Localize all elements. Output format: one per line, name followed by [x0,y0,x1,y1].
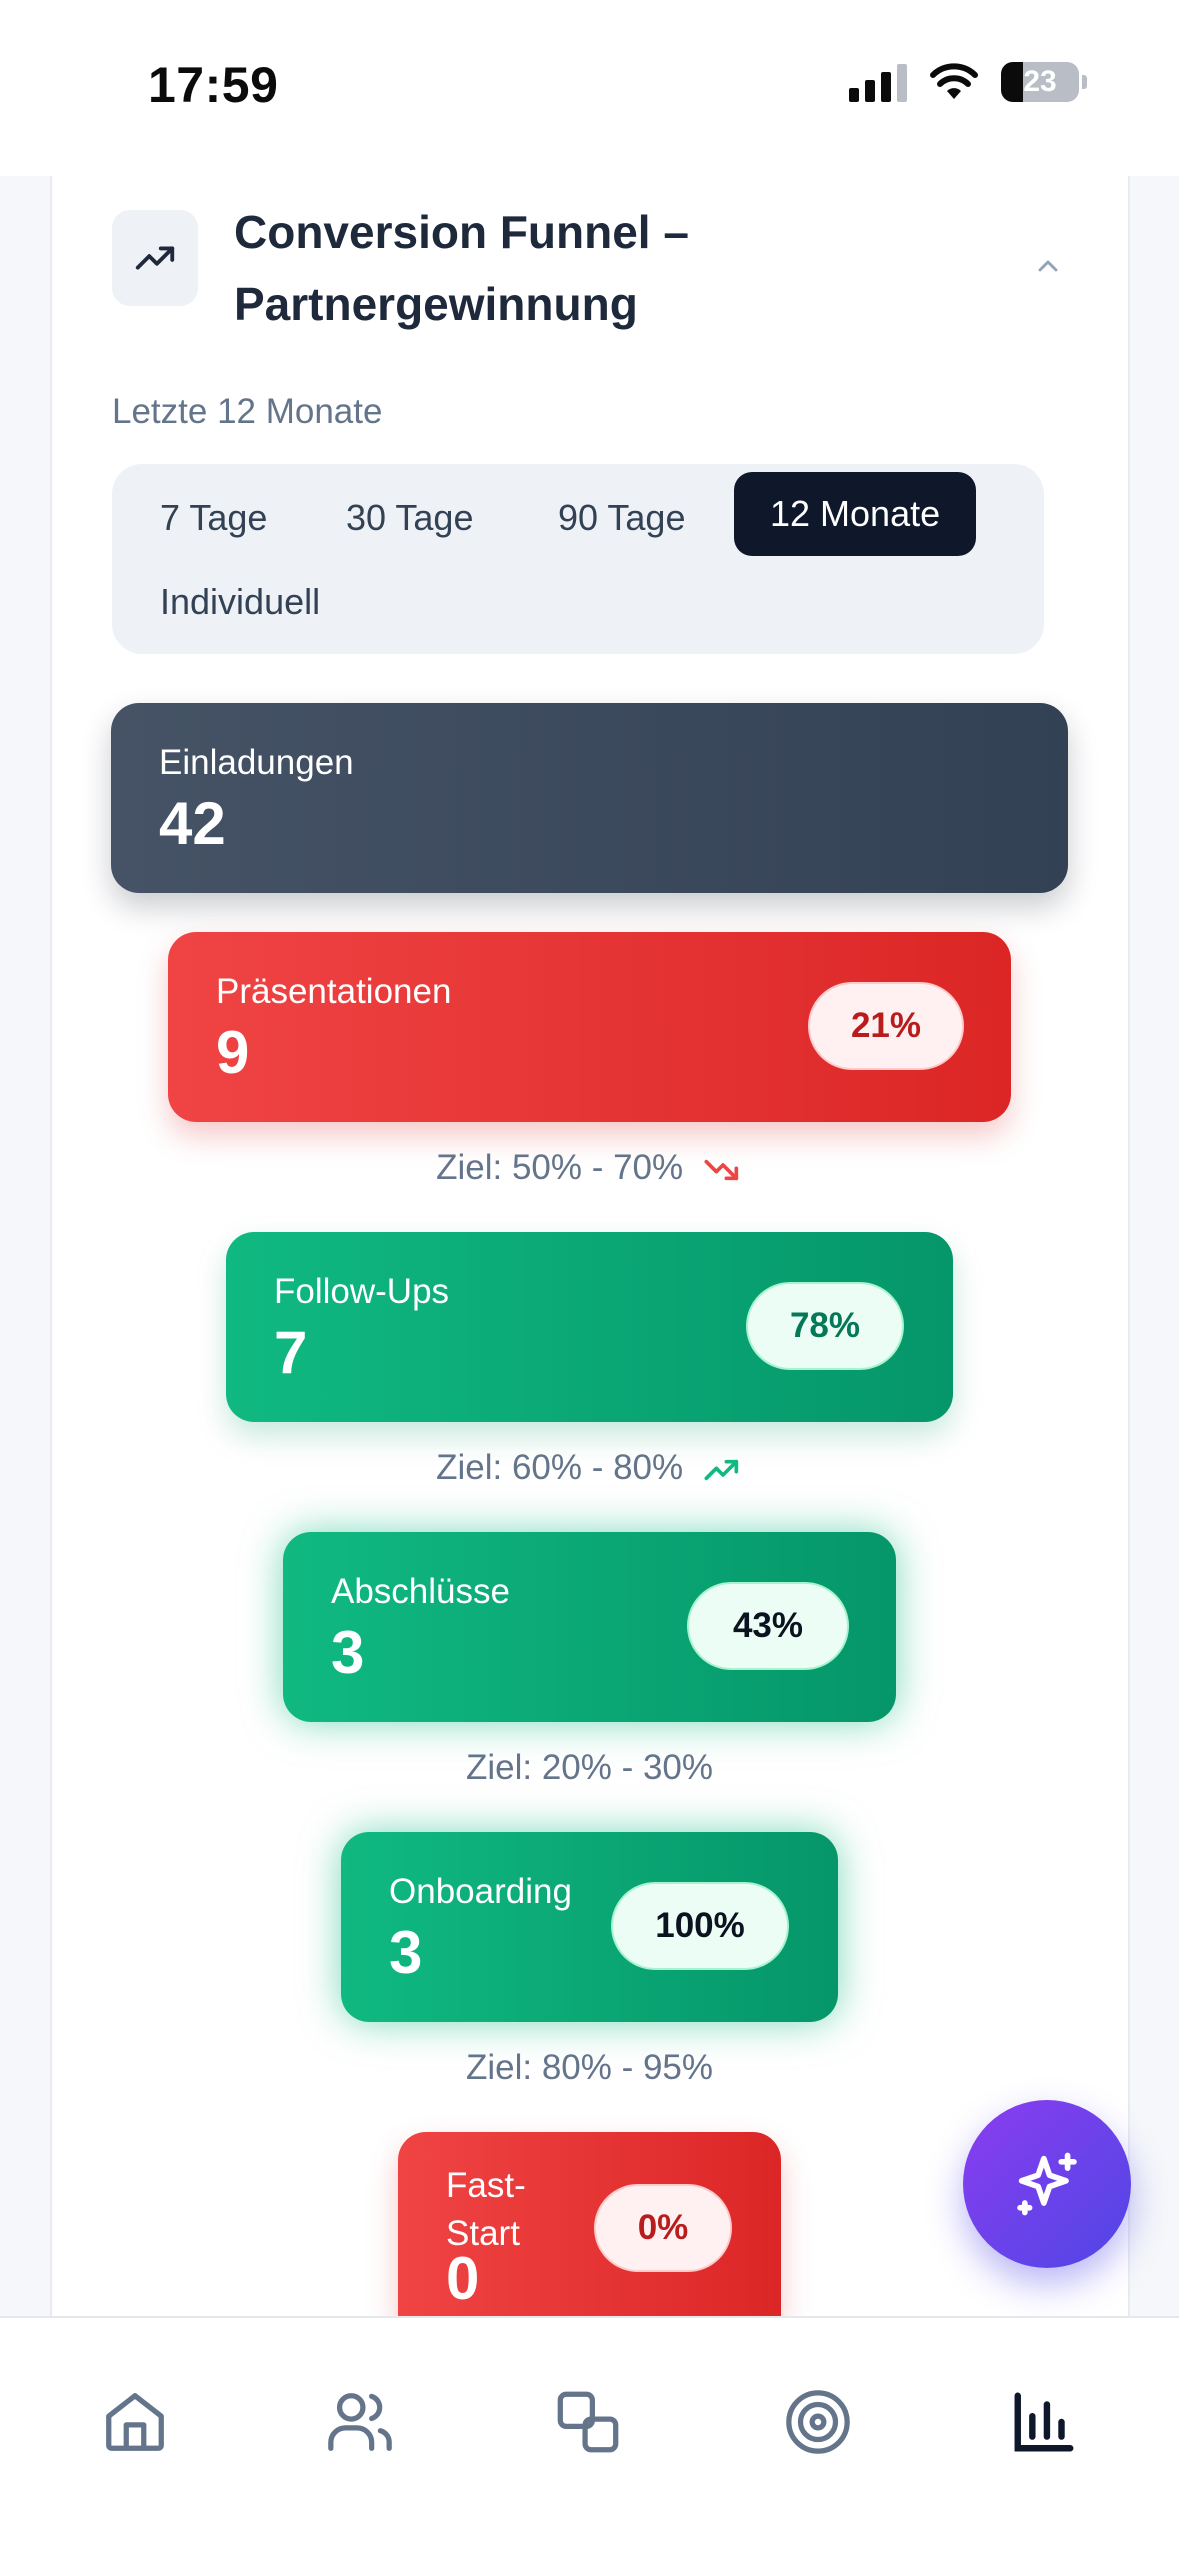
nav-home[interactable] [95,2382,175,2462]
goal-text: Ziel: 20% - 30% [465,1748,714,1787]
trending-up-icon [112,210,198,306]
bar-chart-icon [1014,2392,1074,2452]
battery-level: 23 [1023,65,1057,98]
stage-value: 0 [446,2245,480,2312]
trending-down-icon [704,1159,739,1180]
stage-einladungen: Einladungen 42 [111,703,1068,893]
stage-label: Onboarding [389,1872,572,1911]
card-title: Conversion Funnel – Partnergewinnung [234,206,689,330]
range-30-days[interactable]: 30 Tage [310,476,509,560]
conversion-badge: 78% [746,1282,904,1370]
home-icon [106,2393,164,2451]
conversion-badge: 0% [594,2184,732,2272]
goal-text: Ziel: 80% - 95% [465,2048,714,2087]
stage-label: Abschlüsse [331,1572,510,1611]
battery-icon: 23 [1001,62,1087,102]
status-time: 17:59 [148,57,279,113]
stage-value: 9 [216,1019,250,1086]
nav-team[interactable] [320,2382,400,2462]
stage-value: 3 [331,1619,365,1686]
goal-row: Ziel: 50% - 70% [0,1148,1179,1188]
conversion-badge: 43% [687,1582,849,1670]
range-7-days[interactable]: 7 Tage [124,476,303,560]
ai-assistant-button[interactable] [963,2100,1131,2268]
range-12-months[interactable]: 12 Monate [734,472,977,556]
stage-value: 7 [274,1319,308,1386]
status-icons: 23 [849,62,1087,102]
nav-goals[interactable] [778,2382,858,2462]
stage-label: Einladungen [159,743,354,782]
wifi-icon [930,63,978,99]
range-custom[interactable]: Individuell [124,560,356,644]
goal-row: Ziel: 80% - 95% [0,2048,1179,2088]
trending-up-icon [704,1459,739,1480]
stage-onboarding: Onboarding 3 100% [341,1832,838,2022]
stage-praesentationen: Präsentationen 9 21% [168,932,1011,1122]
goal-row: Ziel: 20% - 30% [0,1748,1179,1788]
conversion-badge: 100% [611,1882,789,1970]
copy-icon [557,2391,619,2453]
stage-value: 3 [389,1919,423,1986]
sparkles-icon [1017,2152,1077,2216]
status-bar: 17:59 23 [0,0,1179,176]
stage-follow-ups: Follow-Ups 7 78% [226,1232,953,1422]
users-icon [328,2393,392,2451]
stage-abschluesse: Abschlüsse 3 43% [283,1532,896,1722]
range-selector: 7 Tage 30 Tage 90 Tage 12 Monate Individ… [112,464,1044,654]
conversion-badge: 21% [808,982,964,1070]
stage-fast-start: Fast-Start 0 0% [398,2132,781,2316]
nav-analytics[interactable] [1004,2382,1084,2462]
stage-label: Follow-Ups [274,1272,450,1311]
nav-pipeline[interactable] [548,2382,628,2462]
target-icon [786,2390,850,2454]
goal-text: Ziel: 60% - 80% [436,1448,684,1487]
stage-value: 42 [159,790,226,857]
cellular-signal-icon [849,62,907,102]
stage-label: Präsentationen [216,972,452,1011]
goal-row: Ziel: 60% - 80% [0,1448,1179,1488]
range-90-days[interactable]: 90 Tage [522,476,721,560]
bottom-nav [0,2316,1179,2556]
range-subtitle: Letzte 12 Monate [112,392,383,431]
goal-text: Ziel: 50% - 70% [436,1148,684,1187]
chevron-up-icon[interactable] [1028,246,1068,286]
